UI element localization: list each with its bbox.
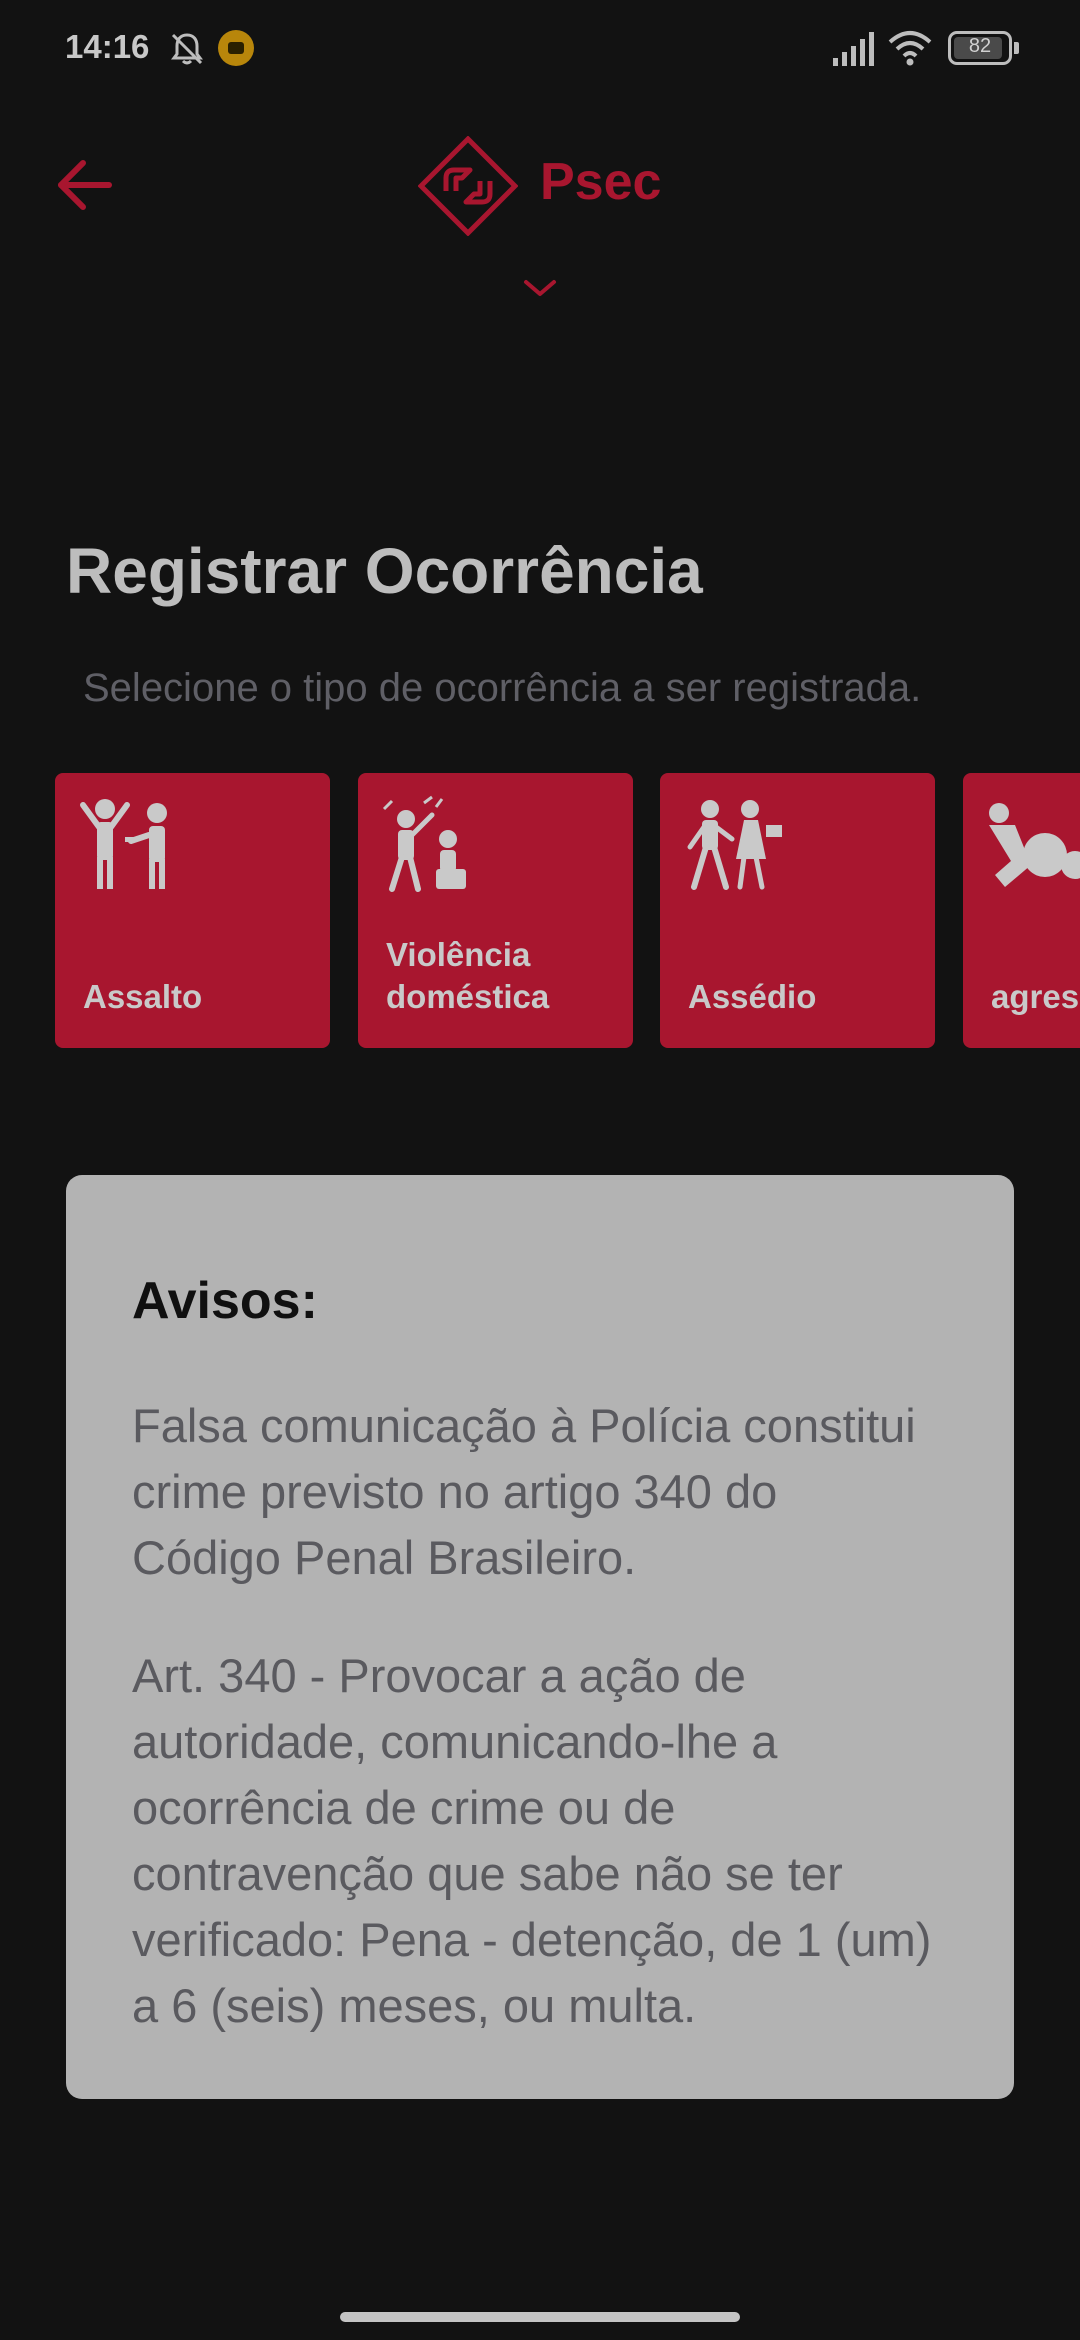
battery-tip [1014, 42, 1019, 54]
psec-logo-icon [418, 136, 518, 236]
wifi-icon [888, 31, 932, 66]
notice-card: Avisos: Falsa comunicação à Polícia cons… [66, 1175, 1014, 2099]
chevron-down-icon[interactable] [522, 276, 558, 300]
page-title: Registrar Ocorrência [66, 535, 703, 607]
status-bar: 14:16 82 [0, 0, 1080, 100]
category-label: Violência doméstica [386, 936, 550, 1015]
signal-icon [833, 32, 874, 66]
category-card-assedio[interactable]: Assédio [660, 773, 935, 1048]
category-card-violencia-domestica[interactable]: Violência doméstica [358, 773, 633, 1048]
harassment-icon [687, 800, 782, 890]
back-arrow-icon [58, 160, 112, 210]
category-card-agressao[interactable]: agressão [963, 773, 1080, 1048]
page-subtitle: Selecione o tipo de ocorrência a ser reg… [83, 666, 922, 710]
back-button[interactable] [50, 150, 120, 220]
battery-icon: 82 [948, 31, 1012, 65]
aggression-icon [989, 803, 1080, 887]
category-label: Assédio [688, 978, 817, 1015]
status-time: 14:16 [65, 28, 150, 65]
category-label: Assalto [83, 978, 203, 1015]
battery-level: 82 [968, 35, 992, 57]
notice-paragraph-1: Falsa comunicação à Polícia constitui cr… [132, 1399, 916, 1584]
home-indicator[interactable] [340, 2312, 740, 2322]
notice-paragraph-2: Art. 340 - Provocar a ação de autoridade… [132, 1649, 932, 2032]
domestic-violence-icon [382, 795, 466, 892]
app-notification-icon [218, 30, 254, 66]
category-card-assalto[interactable]: Assalto [55, 773, 330, 1048]
category-label: agressão [991, 978, 1080, 1015]
notice-title: Avisos: [132, 1272, 318, 1330]
category-carousel[interactable]: Assalto Violência doméstica Assédio agre… [55, 773, 1080, 1048]
app-brand: Psec [540, 153, 662, 211]
assault-icon [80, 799, 167, 889]
bell-off-icon [171, 33, 203, 65]
